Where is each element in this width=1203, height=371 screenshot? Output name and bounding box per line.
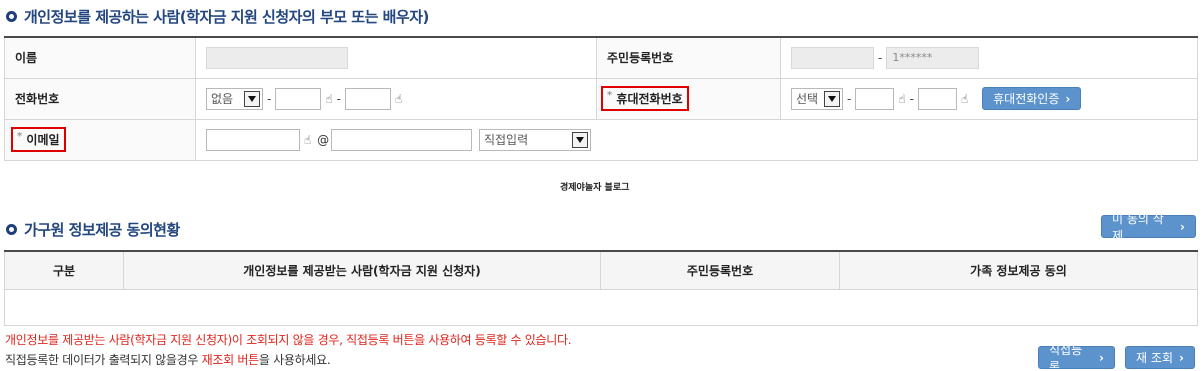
- section-title-text: 개인정보를 제공하는 사람(학자금 지원 신청자의 부모 또는 배우자): [24, 8, 429, 26]
- email-at-sign: @: [317, 132, 330, 147]
- mobile-dash-2: -: [909, 91, 914, 106]
- required-mark: *: [17, 131, 23, 142]
- rrn-cell: -1******: [780, 36, 1198, 79]
- table-header-row: 구분 개인정보를 제공받는 사람(학자금 지원 신청자) 주민등록번호 가족 정…: [4, 250, 1198, 290]
- table-row-empty: [4, 288, 1198, 326]
- phone-dash-2: -: [336, 91, 341, 106]
- phone-cell: 없음 - ☝ - ☝: [195, 77, 597, 120]
- phone-area-value: 없음: [211, 92, 234, 106]
- direct-register-button[interactable]: 직접등록 ›: [1038, 343, 1115, 371]
- chevron-right-icon: ›: [1065, 91, 1071, 106]
- name-input[interactable]: [206, 46, 348, 69]
- email-domain-input[interactable]: [331, 128, 473, 151]
- chevron-down-icon: [244, 90, 260, 107]
- mobile-prefix-select[interactable]: 선택: [791, 87, 843, 110]
- rrn-back-input[interactable]: 1******: [886, 46, 980, 69]
- watermark-text: 경제야놀자 블로그: [560, 183, 630, 193]
- email-domain-value: 직접입력: [483, 133, 529, 147]
- empty-cell: [4, 288, 1198, 326]
- mobile-label-cell: * 휴대전화번호: [596, 77, 781, 120]
- provider-form-table: 이름 주민등록번호 -1****** 전화번호 없음 - ☝ - ☝ * 휴대전화번호 …: [4, 36, 1198, 161]
- mobile-middle-input[interactable]: [855, 87, 895, 110]
- phone-label: 전화번호: [4, 77, 196, 120]
- mobile-last-input[interactable]: [918, 87, 957, 110]
- circle-bullet-icon: [6, 11, 17, 22]
- mobile-dash-1: -: [847, 91, 852, 106]
- notice-line-1: 개인정보를 제공받는 사람(학자금 지원 신청자)이 조회되지 않을 경우, 직…: [5, 333, 572, 347]
- household-consent-table: 구분 개인정보를 제공받는 사람(학자금 지원 신청자) 주민등록번호 가족 정…: [4, 250, 1198, 326]
- mobile-label: 휴대전화번호: [616, 92, 683, 106]
- section-title-household: 가구원 정보제공 동의현황: [6, 219, 180, 240]
- direct-register-label: 직접등록: [1049, 342, 1083, 371]
- name-cell: [195, 36, 597, 79]
- chevron-right-icon: ›: [1180, 219, 1185, 234]
- keyboard-hand-icon[interactable]: ☝: [304, 133, 311, 147]
- re-query-label: 재 조회: [1136, 351, 1173, 365]
- chevron-right-icon: ›: [1178, 350, 1184, 365]
- mobile-cell: 선택 - ☝ - ☝ 휴대전화인증 ›: [780, 77, 1198, 120]
- rrn-dash: -: [878, 50, 883, 65]
- column-header: 주민등록번호: [600, 250, 840, 290]
- required-mark: *: [607, 90, 613, 101]
- keyboard-hand-icon[interactable]: ☝: [325, 92, 332, 106]
- circle-bullet-icon: [6, 224, 17, 235]
- chevron-right-icon: ›: [1099, 350, 1104, 365]
- keyboard-hand-icon[interactable]: ☝: [898, 92, 905, 106]
- rrn-label: 주민등록번호: [596, 36, 781, 79]
- phone-area-select[interactable]: 없음: [206, 87, 263, 110]
- mobile-verify-label: 휴대전화인증: [993, 92, 1060, 106]
- delete-unconsented-label: 미 동의 삭제: [1112, 211, 1164, 243]
- email-domain-select[interactable]: 직접입력: [478, 128, 591, 151]
- keyboard-hand-icon[interactable]: ☝: [961, 92, 968, 106]
- notice-line-2: 직접등록한 데이터가 출력되지 않을경우 재조회 버튼을 사용하세요.: [5, 351, 331, 368]
- email-id-input[interactable]: [206, 128, 300, 151]
- email-label-cell: * 이메일: [4, 118, 196, 161]
- section-title-text: 가구원 정보제공 동의현황: [24, 221, 180, 239]
- phone-dash-1: -: [267, 91, 272, 106]
- keyboard-hand-icon[interactable]: ☝: [395, 92, 402, 106]
- mobile-label-highlight: * 휴대전화번호: [601, 86, 689, 111]
- name-label: 이름: [4, 36, 196, 79]
- delete-unconsented-button[interactable]: 미 동의 삭제 ›: [1101, 212, 1196, 243]
- rrn-front-input[interactable]: [791, 46, 874, 69]
- notice-line-2-highlight: 재조회 버튼: [201, 353, 260, 367]
- column-header: 가족 정보제공 동의: [839, 250, 1198, 290]
- email-cell: ☝ @ 직접입력: [195, 118, 1198, 161]
- notice-line-2-pre: 직접등록한 데이터가 출력되지 않을경우: [5, 353, 202, 367]
- notice-line-2-post: 을 사용하세요.: [258, 353, 331, 367]
- mobile-verify-button[interactable]: 휴대전화인증 ›: [982, 87, 1082, 110]
- mobile-prefix-value: 선택: [796, 92, 819, 106]
- chevron-down-icon: [824, 90, 840, 107]
- column-header: 개인정보를 제공받는 사람(학자금 지원 신청자): [123, 250, 601, 290]
- chevron-down-icon: [571, 131, 588, 148]
- phone-last-input[interactable]: [345, 87, 391, 110]
- phone-middle-input[interactable]: [275, 87, 322, 110]
- section-title-provider: 개인정보를 제공하는 사람(학자금 지원 신청자의 부모 또는 배우자): [6, 6, 429, 27]
- re-query-button[interactable]: 재 조회 ›: [1125, 346, 1195, 369]
- email-label-highlight: * 이메일: [11, 127, 66, 152]
- email-label: 이메일: [26, 133, 60, 147]
- column-header: 구분: [4, 250, 124, 290]
